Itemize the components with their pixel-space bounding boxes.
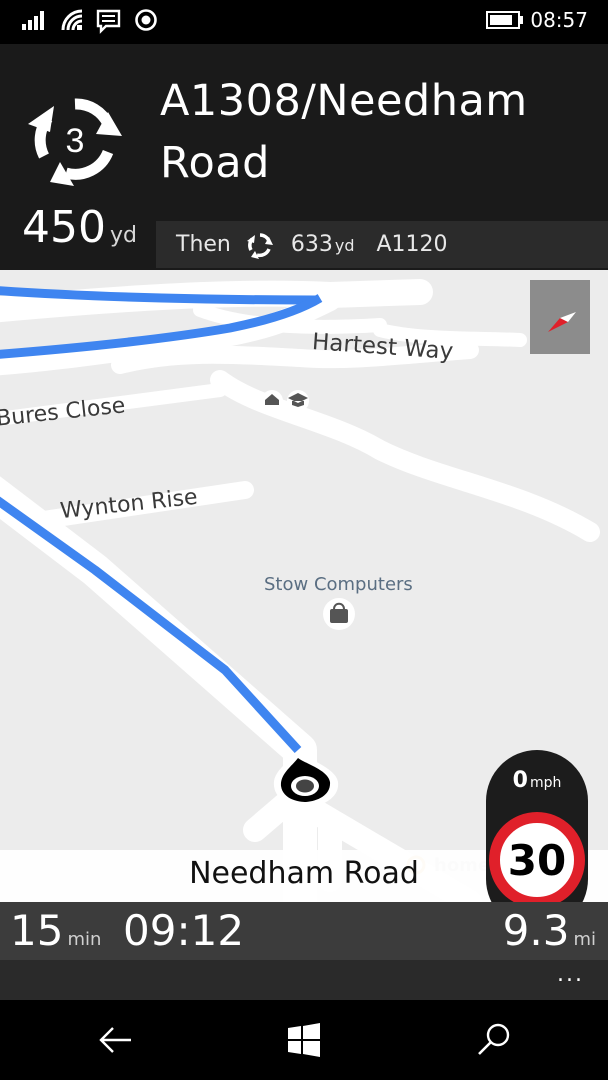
then-distance-value: 633 [290,232,333,257]
trip-distance-unit: mi [573,929,596,950]
trip-distance: 9.3 mi [503,906,596,955]
app-bar: ... [0,960,608,1000]
then-instruction: Then 633 yd A1120 [156,221,608,268]
trip-distance-value: 9.3 [502,906,570,955]
battery-icon [486,11,523,29]
then-distance: 633 yd [291,232,355,257]
current-speed: 0 mph [486,768,588,793]
compass-icon [548,312,576,332]
shopping-bag-poi-icon [323,598,355,630]
status-bar: 08:57 [0,0,608,44]
trip-duration: 15 min [10,906,101,955]
windows-start-icon[interactable] [284,1020,324,1060]
arrival-time: 09:12 [123,906,245,955]
school-poi-icon [287,390,309,412]
speed-widget: 0 mph 30 [486,750,588,902]
more-options-button[interactable]: ... [557,962,584,987]
roundabout-exit-number: 3 [66,122,85,160]
back-icon[interactable] [95,1020,135,1060]
location-icon [135,9,157,31]
compass-button[interactable] [530,280,590,354]
distance-to-turn: 450 yd [22,202,137,262]
distance-unit: yd [109,223,137,248]
next-street-name: A1308/Needham Road [160,76,528,188]
message-icon [96,9,121,34]
house-poi-icon [261,390,283,412]
distance-value: 450 [22,202,106,253]
map-label-stow-computers: Stow Computers [264,574,413,595]
wifi-icon [61,9,83,31]
current-speed-unit: mph [529,775,562,791]
speed-limit-sign: 30 [489,812,585,902]
current-speed-value: 0 [512,768,528,793]
then-road: A1120 [376,232,448,257]
then-label: Then [176,232,231,257]
search-icon[interactable] [474,1020,514,1060]
instruction-panel[interactable]: 3 A1308/Needham Road 450 yd Then 633 yd A1… [0,44,608,270]
roundabout-small-icon [246,232,273,259]
trip-duration-unit: min [67,929,102,950]
then-distance-unit: yd [334,236,355,255]
roundabout-icon: 3 [20,84,130,194]
system-nav-bar [0,1000,608,1080]
signal-icon [22,11,44,30]
status-time: 08:57 [530,8,588,32]
trip-duration-value: 15 [10,906,64,955]
trip-summary-bar[interactable]: 15 min 09:12 9.3 mi [0,902,608,960]
map-view[interactable]: Hartest Way Bures Close Wynton Rise Stow… [0,270,608,902]
